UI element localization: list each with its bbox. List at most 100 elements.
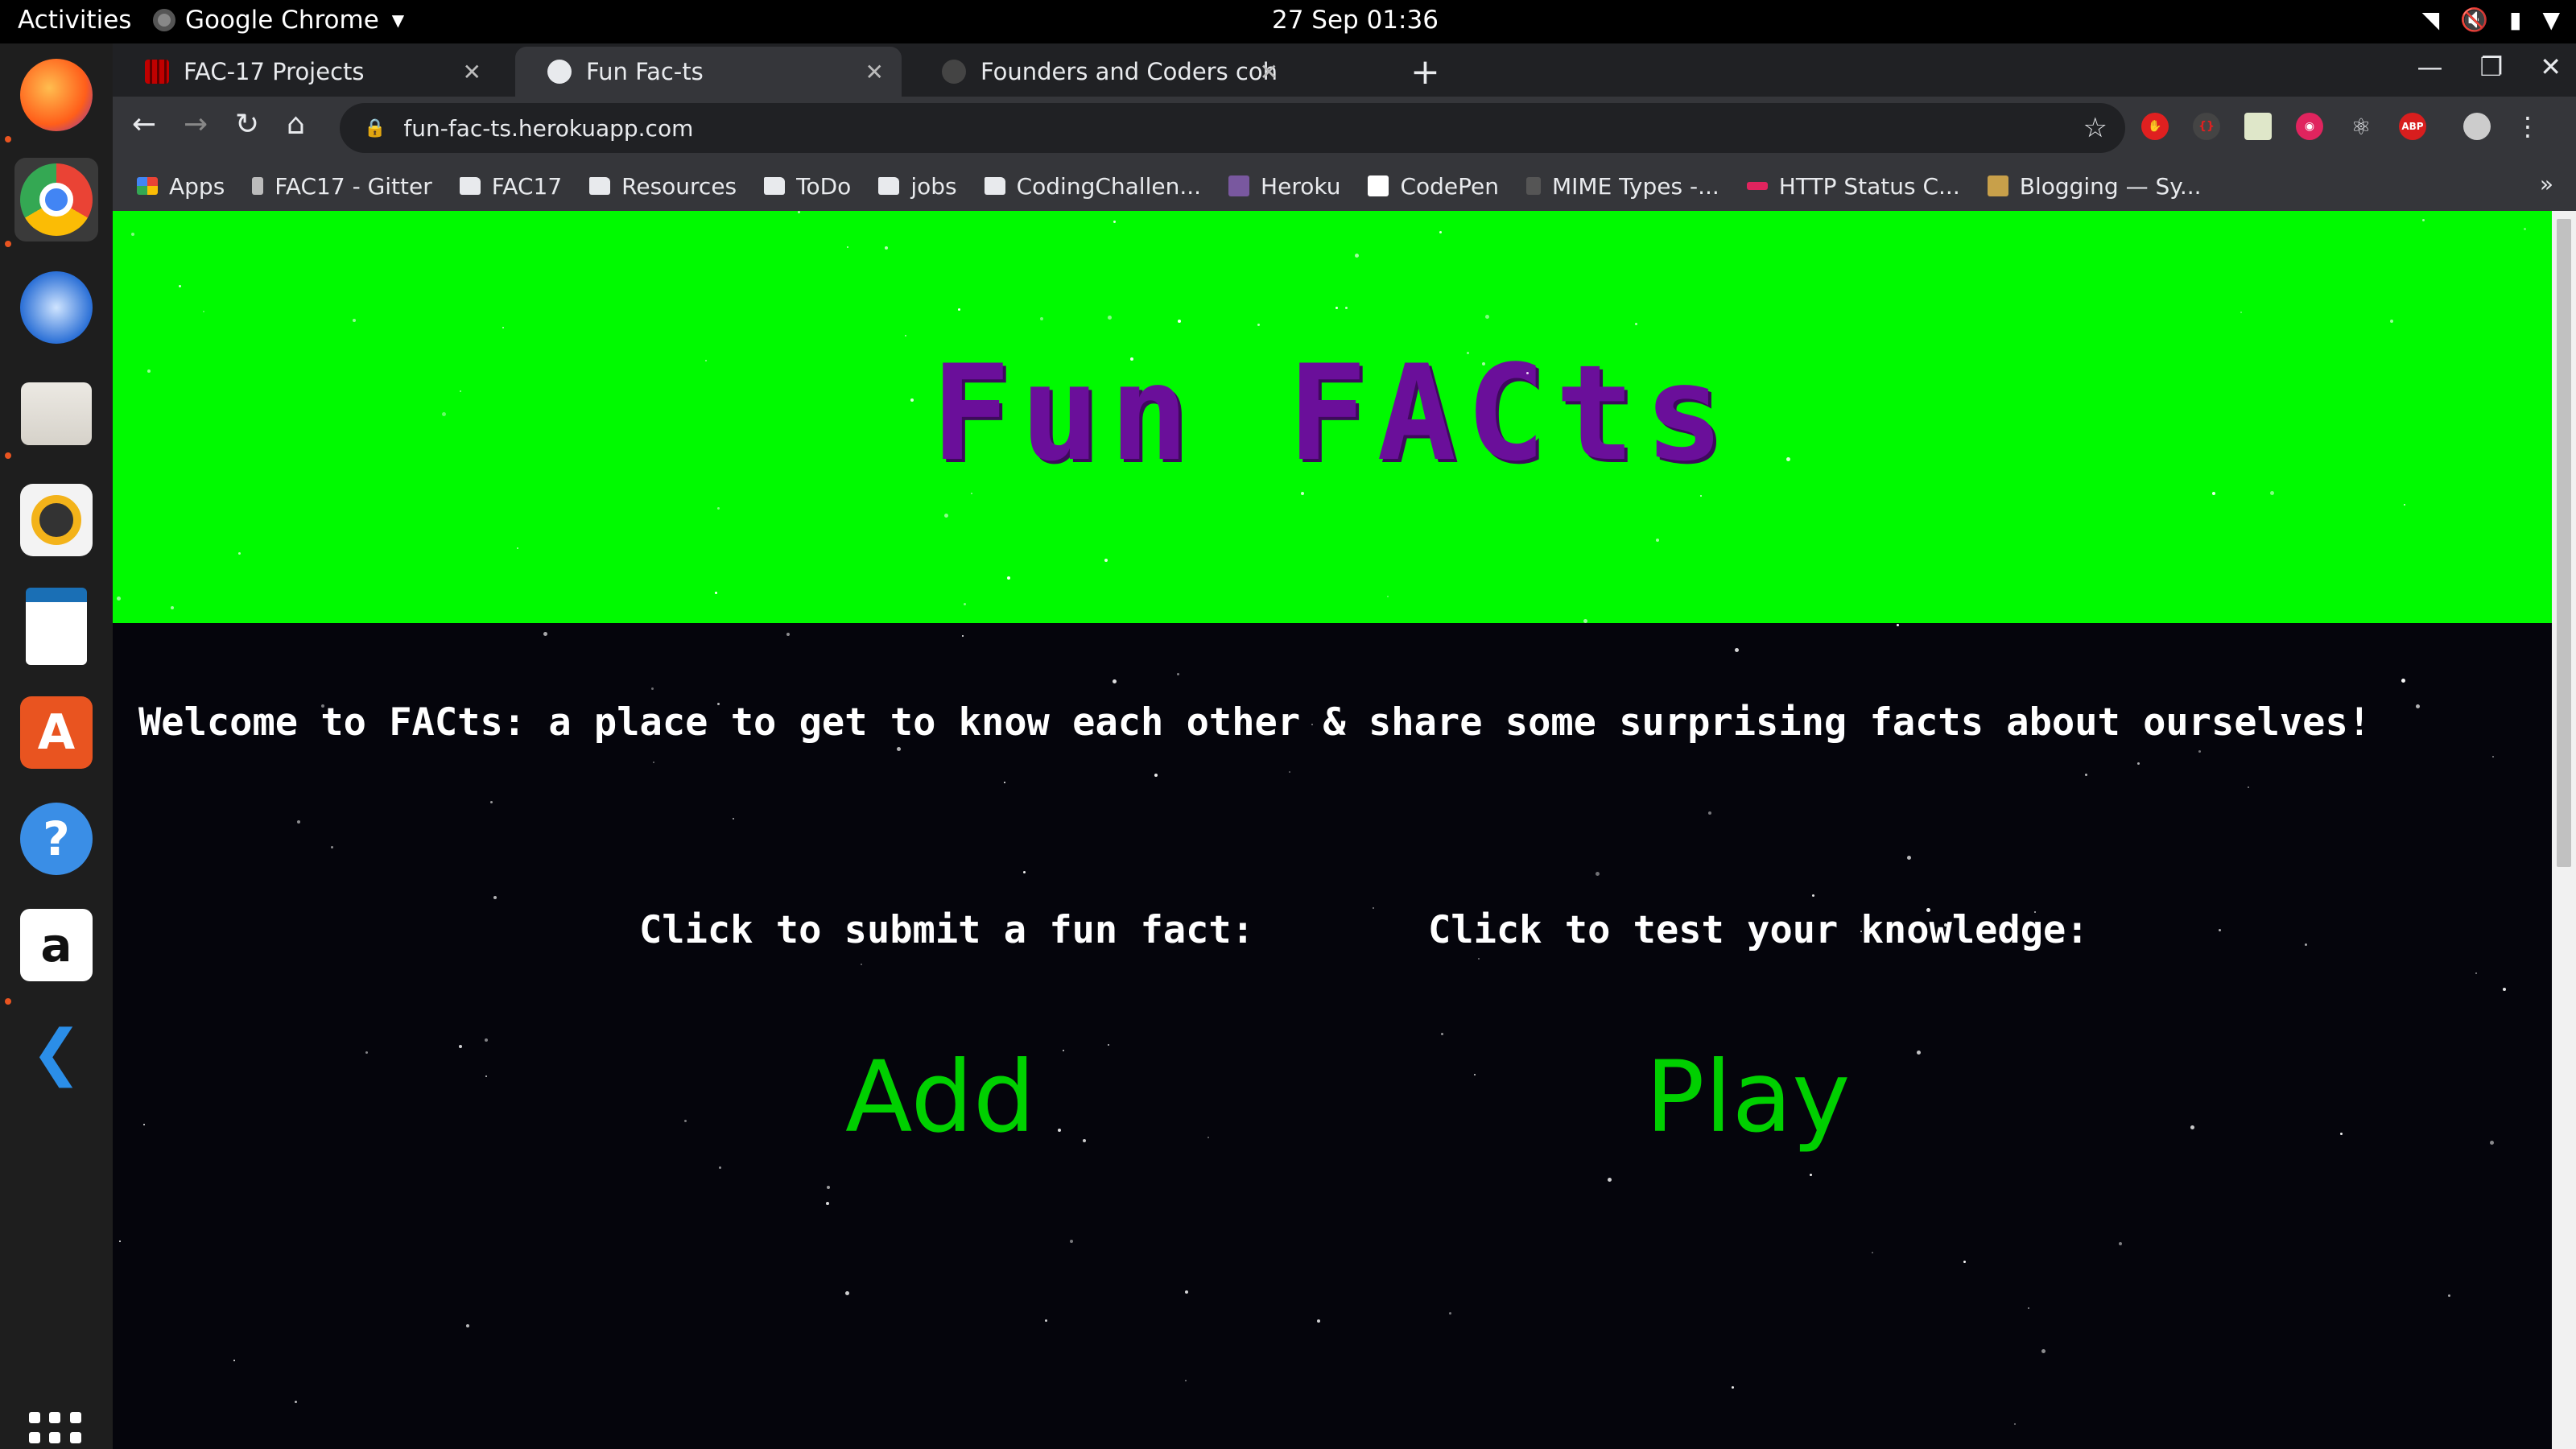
- dock-files[interactable]: [14, 372, 98, 456]
- dock-software[interactable]: A: [14, 691, 98, 774]
- close-icon[interactable]: ✕: [865, 59, 884, 85]
- star-dot: [1355, 254, 1359, 258]
- adblock-plus-icon[interactable]: ABP: [2399, 113, 2426, 140]
- close-window-icon[interactable]: ✕: [2540, 52, 2562, 82]
- tab-strip: FAC-17 Projects ✕ Fun Fac-ts ✕ Founders …: [113, 43, 2576, 97]
- star-dot: [2401, 679, 2405, 683]
- star-dot: [1810, 1174, 1812, 1176]
- play-quiz-link[interactable]: Play: [1645, 1040, 1850, 1154]
- clock[interactable]: 27 Sep 01:36: [1272, 6, 1439, 35]
- record-extension-icon[interactable]: ◉: [2296, 113, 2323, 140]
- star-dot: [2270, 491, 2274, 495]
- dock-chrome[interactable]: [14, 158, 98, 242]
- close-icon[interactable]: ✕: [463, 59, 481, 85]
- close-icon[interactable]: ✕: [1260, 59, 1278, 85]
- show-applications-icon[interactable]: [29, 1412, 82, 1449]
- globe-icon: [547, 60, 572, 84]
- bookmark-codepen[interactable]: CodePen: [1368, 173, 1499, 200]
- star-dot: [1317, 1319, 1320, 1323]
- star-dot: [847, 246, 848, 248]
- address-bar[interactable]: 🔒 fun-fac-ts.herokuapp.com ☆: [340, 103, 2125, 153]
- star-dot: [1708, 811, 1711, 815]
- add-fact-link[interactable]: Add: [845, 1040, 1035, 1154]
- star-dot: [1608, 1178, 1612, 1182]
- bookmark-apps[interactable]: Apps: [137, 173, 225, 200]
- star-dot: [2028, 1307, 2029, 1309]
- more-menu-icon[interactable]: ⋮: [2515, 111, 2541, 142]
- dock-help[interactable]: ?: [14, 797, 98, 881]
- star-dot: [1108, 1044, 1109, 1046]
- chrome-small-icon: [153, 9, 175, 31]
- bookmark-fac17[interactable]: FAC17: [459, 173, 562, 200]
- star-dot: [2212, 492, 2215, 495]
- bookmark-fac17-gitter[interactable]: FAC17 - Gitter: [252, 172, 432, 200]
- star-dot: [466, 1324, 469, 1327]
- app-menu-label: Google Chrome: [185, 6, 379, 35]
- star-dot: [826, 1202, 829, 1205]
- tab-fun-facts[interactable]: Fun Fac-ts ✕: [515, 47, 902, 97]
- bookmark-http-status[interactable]: HTTP Status C...: [1746, 173, 1960, 200]
- scrollbar-thumb[interactable]: [2557, 219, 2571, 867]
- profile-avatar[interactable]: [2463, 113, 2491, 140]
- bookmark-coding-challenges[interactable]: CodingChallen...: [984, 173, 1201, 200]
- star-dot: [1045, 1319, 1047, 1322]
- amazon-icon: a: [20, 909, 93, 981]
- bookmark-blogging[interactable]: Blogging — Sy...: [1987, 173, 2202, 200]
- star-dot: [490, 801, 493, 803]
- new-tab-icon[interactable]: +: [1410, 52, 1440, 93]
- syn-icon: [1987, 175, 2008, 196]
- bookmarks-overflow-icon[interactable]: »: [2540, 171, 2553, 197]
- fac-favicon-icon: [145, 60, 169, 84]
- wifi-icon: ◥: [2421, 6, 2440, 33]
- bookmark-resources[interactable]: Resources: [589, 173, 737, 200]
- tab-founders-and-coders[interactable]: Founders and Coders coh ✕: [910, 47, 1296, 97]
- star-dot: [1656, 539, 1659, 542]
- dock-firefox[interactable]: [14, 53, 98, 137]
- bookmark-star-icon[interactable]: ☆: [2083, 112, 2107, 144]
- running-indicator: [5, 241, 11, 247]
- bookmark-jobs[interactable]: jobs: [878, 173, 957, 200]
- app-menu[interactable]: Google Chrome ▼: [153, 6, 404, 35]
- sheets-extension-icon[interactable]: [2244, 113, 2272, 140]
- back-arrow-icon[interactable]: ←: [132, 108, 156, 141]
- bookmark-heroku[interactable]: Heroku: [1228, 173, 1340, 200]
- star-dot: [1301, 492, 1304, 495]
- battery-icon: ▮: [2509, 6, 2522, 33]
- star-dot: [353, 319, 356, 322]
- star-dot: [1482, 362, 1485, 365]
- forward-arrow-icon[interactable]: →: [184, 108, 208, 141]
- star-dot: [238, 552, 241, 555]
- star-dot: [719, 1166, 721, 1169]
- star-dot: [1185, 1290, 1188, 1294]
- tab-fac17-projects[interactable]: FAC-17 Projects ✕: [113, 47, 499, 97]
- activities-button[interactable]: Activities: [18, 6, 131, 35]
- restore-icon[interactable]: ❐: [2480, 52, 2504, 82]
- reload-icon[interactable]: ↻: [235, 108, 259, 141]
- bookmark-todo[interactable]: ToDo: [764, 173, 851, 200]
- dock-rhythmbox[interactable]: [14, 478, 98, 562]
- json-extension-icon[interactable]: {}: [2193, 113, 2220, 140]
- dock-writer[interactable]: [14, 584, 98, 668]
- hand-extension-icon[interactable]: ✋: [2141, 113, 2169, 140]
- dock-amazon[interactable]: a: [14, 903, 98, 987]
- folder-icon: [764, 177, 786, 195]
- star-dot: [1897, 624, 1899, 626]
- star-dot: [1070, 1240, 1073, 1243]
- dock-thunderbird[interactable]: [14, 266, 98, 349]
- star-dot: [2198, 750, 2201, 753]
- minimize-icon[interactable]: —: [2417, 52, 2443, 82]
- page-scrollbar[interactable]: [2552, 211, 2576, 1449]
- bookmark-mime-types[interactable]: MIME Types -...: [1526, 173, 1719, 200]
- heroku-icon: [1228, 175, 1250, 196]
- github-icon: [942, 60, 966, 84]
- dock-vscode[interactable]: ❮: [14, 1009, 98, 1093]
- home-icon[interactable]: ⌂: [287, 108, 305, 141]
- bookmark-label: FAC17 - Gitter: [275, 172, 432, 200]
- lock-icon[interactable]: 🔒: [364, 118, 386, 138]
- star-dot: [543, 632, 547, 636]
- star-dot: [2219, 929, 2221, 931]
- react-devtools-icon[interactable]: ⚛: [2347, 113, 2375, 140]
- star-dot: [786, 633, 790, 636]
- system-tray[interactable]: ◥ 🔇 ▮ ▼: [2422, 6, 2560, 33]
- folder-icon: [589, 177, 611, 195]
